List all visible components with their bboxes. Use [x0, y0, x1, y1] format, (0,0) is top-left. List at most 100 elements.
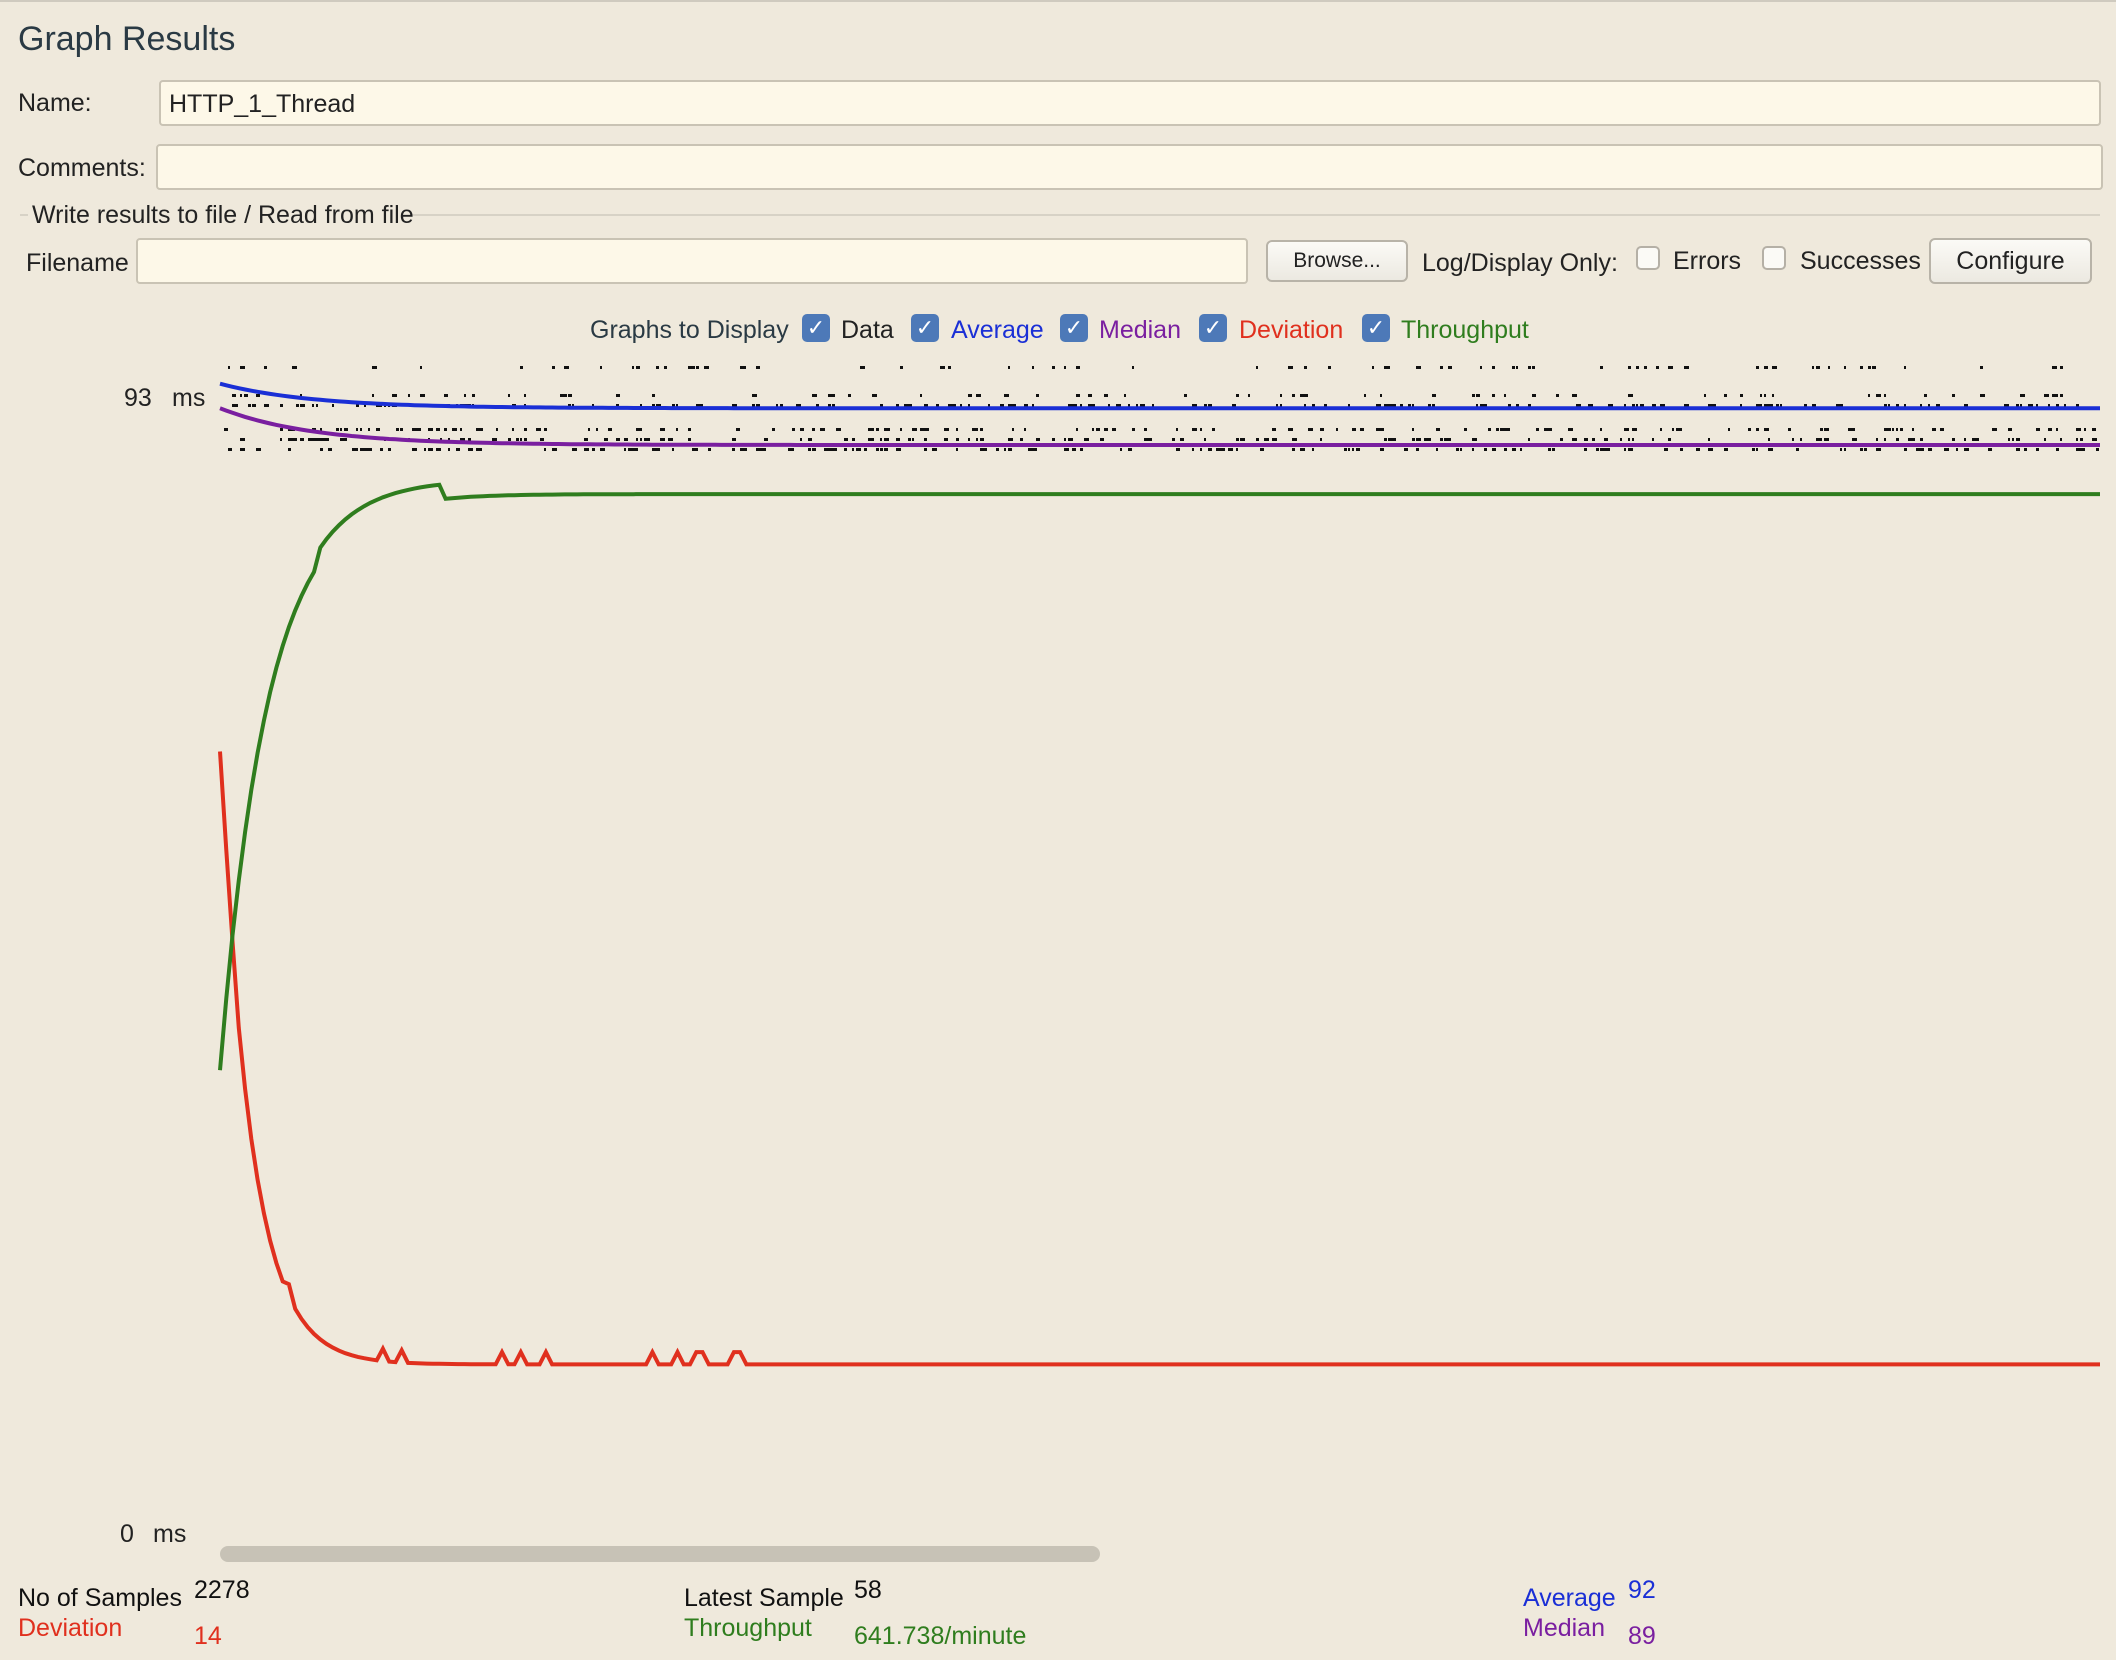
data-point	[1480, 366, 1482, 369]
data-point	[1216, 448, 1220, 451]
data-point	[292, 438, 297, 441]
data-point	[256, 394, 260, 397]
data-point	[1304, 394, 1308, 397]
data-point	[280, 428, 283, 431]
data-point	[1772, 366, 1777, 369]
latest-sample-value: 58	[854, 1576, 882, 1604]
data-point	[1604, 448, 1608, 451]
data-point	[1004, 448, 1006, 451]
data-point	[1868, 366, 1871, 369]
data-point	[288, 448, 291, 451]
data-point	[924, 448, 927, 451]
graph-scrollbar-thumb[interactable]	[220, 1546, 1100, 1562]
data-point	[968, 394, 972, 397]
data-point	[244, 394, 248, 397]
data-point	[696, 448, 698, 451]
median-stat-label: Median	[1523, 1614, 1605, 1642]
data-point	[1248, 394, 1250, 397]
data-point	[668, 438, 673, 441]
data-point	[848, 394, 851, 397]
data-point	[1376, 428, 1380, 431]
data-point	[1512, 366, 1515, 369]
data-point	[2084, 428, 2086, 431]
data-point	[232, 394, 236, 397]
data-point	[596, 428, 598, 431]
data-point	[552, 366, 555, 369]
data-point	[420, 394, 425, 397]
data-point	[1708, 448, 1713, 451]
data-point	[1560, 438, 1563, 441]
data-point	[1200, 428, 1202, 431]
data-point	[2060, 394, 2063, 397]
data-point	[1980, 394, 1985, 397]
data-point	[812, 394, 817, 397]
data-point	[1852, 438, 1857, 441]
throughput-stat-label: Throughput	[684, 1614, 812, 1642]
data-point	[376, 428, 380, 431]
data-point	[1876, 394, 1881, 397]
data-point	[868, 428, 872, 431]
data-point	[1432, 394, 1436, 397]
data-point	[1200, 448, 1202, 451]
data-point	[852, 438, 855, 441]
data-point	[1844, 366, 1846, 369]
data-point	[1584, 438, 1588, 441]
data-point	[980, 428, 983, 431]
data-point	[1080, 448, 1083, 451]
data-point	[1992, 428, 1997, 431]
data-point	[336, 428, 339, 431]
data-point	[1764, 366, 1768, 369]
data-point	[896, 448, 901, 451]
data-point	[688, 428, 691, 431]
data-point	[1840, 448, 1842, 451]
data-point	[1292, 438, 1297, 441]
data-point	[1416, 366, 1421, 369]
data-point	[1820, 438, 1822, 441]
data-point	[976, 394, 981, 397]
data-point	[1460, 448, 1462, 451]
data-point	[996, 448, 999, 451]
data-point	[1628, 366, 1631, 369]
data-point	[1008, 438, 1013, 441]
data-point	[1264, 438, 1269, 441]
data-point	[2060, 366, 2063, 369]
data-point	[1892, 428, 1894, 431]
data-point	[400, 428, 403, 431]
data-point	[436, 448, 441, 451]
data-point	[616, 438, 620, 441]
data-point	[1920, 438, 1923, 441]
data-point	[664, 366, 667, 369]
data-point	[356, 448, 358, 451]
data-point	[1104, 428, 1108, 431]
data-point	[1272, 438, 1277, 441]
data-point	[236, 404, 238, 407]
data-point	[436, 428, 440, 431]
data-point	[540, 438, 544, 441]
data-point	[296, 404, 299, 407]
data-point	[1852, 428, 1855, 431]
data-point	[240, 366, 245, 369]
data-point	[1912, 428, 1914, 431]
data-point	[1604, 438, 1608, 441]
data-point	[416, 428, 421, 431]
data-point	[1312, 448, 1314, 451]
data-point	[1064, 366, 1066, 369]
data-point	[636, 366, 640, 369]
data-point	[472, 394, 475, 397]
data-point	[1132, 366, 1134, 369]
data-point	[1520, 448, 1522, 451]
data-point	[1528, 438, 1530, 441]
data-point	[1620, 438, 1622, 441]
data-point	[240, 438, 245, 441]
average-stat-value: 92	[1628, 1576, 1656, 1604]
data-point	[1364, 394, 1366, 397]
data-point	[1308, 428, 1313, 431]
data-point	[976, 428, 978, 431]
data-point	[1036, 438, 1040, 441]
data-point	[1120, 448, 1122, 451]
data-point	[444, 394, 448, 397]
data-point	[1672, 428, 1674, 431]
data-point	[592, 448, 595, 451]
data-point	[344, 428, 348, 431]
data-point	[1204, 438, 1206, 441]
